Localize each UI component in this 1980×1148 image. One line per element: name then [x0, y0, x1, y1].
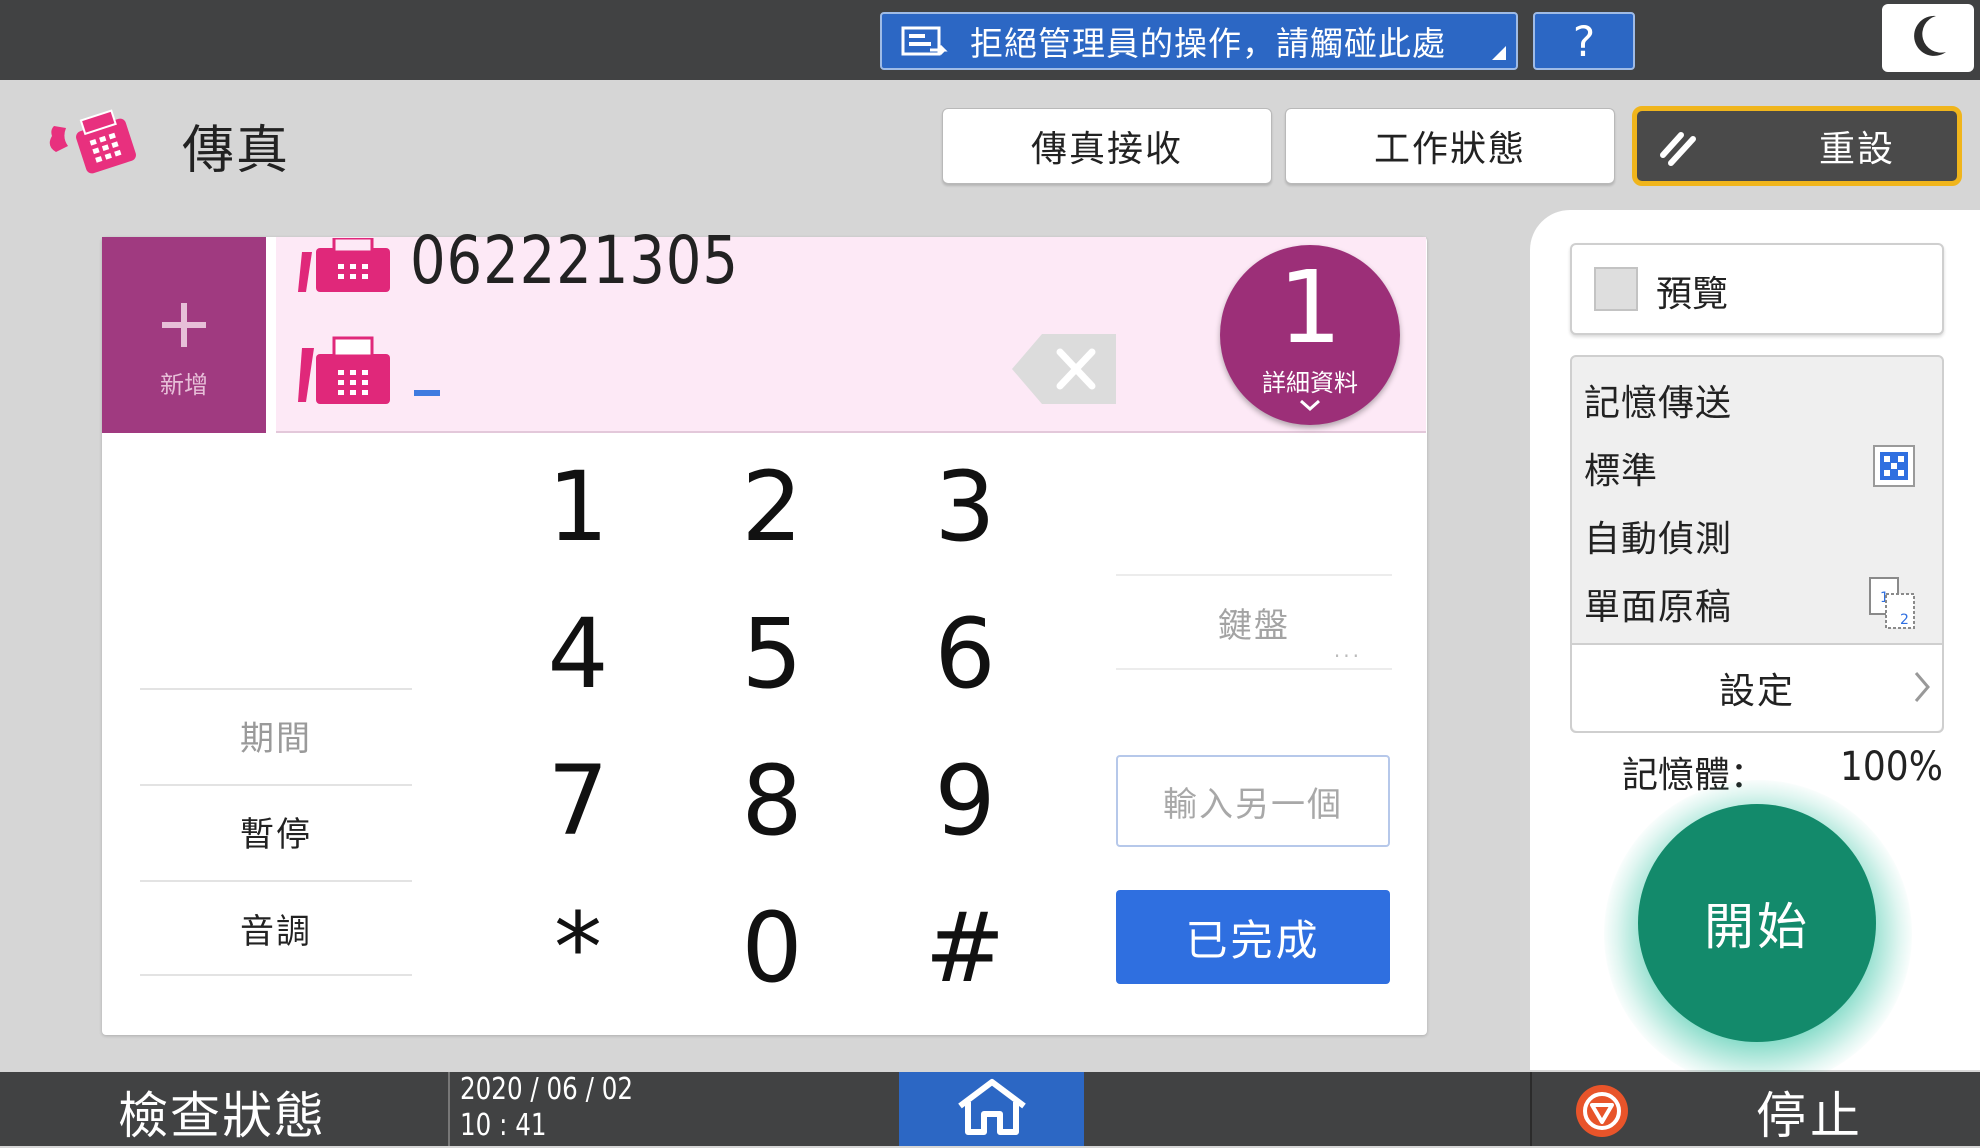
job-status-button[interactable]: 工作狀態 [1285, 108, 1615, 184]
memory-value: 100% [1840, 744, 1943, 790]
bottom-divider [448, 1072, 450, 1146]
moon-icon [1906, 12, 1950, 64]
check-status-button[interactable]: 檢查狀態 [118, 1076, 326, 1148]
keyboard-more-dots: ... [1333, 638, 1362, 662]
add-label: 新增 [160, 371, 208, 399]
stop-icon[interactable] [1572, 1084, 1632, 1142]
key-6[interactable]: 6 [895, 594, 1035, 714]
key-4[interactable]: 4 [508, 594, 648, 714]
home-icon [954, 1078, 1030, 1140]
single-sided-icon: 1 2 [1866, 576, 1922, 634]
chevron-right-icon [1912, 669, 1932, 714]
time-display: 10 : 41 [460, 1108, 547, 1143]
fax-number-entry: 062221305 [410, 222, 739, 299]
datetime-display: 2020 / 06 / 02 10 : 41 [460, 1072, 633, 1144]
backspace-icon[interactable] [1012, 334, 1116, 404]
key-5[interactable]: 5 [702, 594, 842, 714]
text-cursor [414, 390, 440, 396]
svg-text:2: 2 [1900, 612, 1909, 628]
settings-label: 設定 [1718, 671, 1795, 712]
preview-toggle[interactable]: 預覽 [1570, 243, 1944, 335]
key-hash[interactable]: # [895, 888, 1035, 1008]
add-destination-button[interactable]: 新增 [102, 237, 266, 433]
key-7[interactable]: 7 [508, 741, 648, 861]
done-button[interactable]: 已完成 [1116, 890, 1390, 984]
plus-icon [156, 297, 212, 353]
key-star[interactable]: * [508, 888, 648, 1008]
settings-button[interactable]: 設定 [1572, 645, 1942, 731]
date-display: 2020 / 06 / 02 [460, 1072, 634, 1107]
home-button[interactable] [899, 1072, 1084, 1146]
stop-button[interactable]: 停止 [1756, 1076, 1864, 1148]
admin-override-button[interactable]: 拒絕管理員的操作，請觸碰此處 [880, 12, 1518, 70]
stop-divider [1530, 1072, 1532, 1146]
corner-triangle-icon [1492, 46, 1506, 60]
preview-label: 預覽 [1656, 274, 1729, 315]
setting-auto-detect: 自動偵測 [1584, 519, 1733, 560]
fax-destination-icon [298, 236, 394, 298]
resolution-icon [1872, 444, 1916, 492]
key-1[interactable]: 1 [508, 447, 648, 567]
reset-slash-icon [1659, 127, 1707, 176]
setting-resolution: 標準 [1584, 451, 1659, 492]
setting-single-sided: 單面原稿 [1584, 587, 1733, 628]
admin-screen-icon [900, 24, 956, 72]
reset-label: 重設 [1818, 129, 1895, 170]
key-8[interactable]: 8 [702, 741, 842, 861]
preview-checkbox[interactable] [1594, 267, 1638, 311]
page-title: 傳真 [182, 121, 291, 181]
keyboard-label: 鍵盤 [1218, 605, 1290, 646]
key-3[interactable]: 3 [895, 447, 1035, 567]
keyboard-button[interactable]: 鍵盤 ... [1116, 574, 1392, 670]
key-9[interactable]: 9 [895, 741, 1035, 861]
reset-button[interactable]: 重設 [1632, 106, 1962, 186]
tone-button[interactable]: 音調 [140, 880, 412, 976]
destination-count: 1 [1278, 249, 1342, 366]
key-2[interactable]: 2 [702, 447, 842, 567]
period-button[interactable]: 期間 [140, 688, 412, 780]
start-button[interactable]: 開始 [1638, 804, 1876, 1042]
energy-saver-button[interactable] [1882, 4, 1974, 72]
chevron-down-icon [1298, 397, 1322, 416]
pause-button[interactable]: 暫停 [140, 784, 412, 876]
fax-input-icon [298, 336, 394, 410]
admin-message: 拒絕管理員的操作，請觸碰此處 [970, 24, 1446, 63]
fax-receive-button[interactable]: 傳真接收 [942, 108, 1272, 184]
key-0[interactable]: 0 [702, 888, 842, 1008]
details-label: 詳細資料 [1262, 369, 1358, 397]
setting-memory-transmission: 記憶傳送 [1584, 383, 1733, 424]
help-button[interactable]: ? [1533, 12, 1635, 70]
input-another-button[interactable]: 輸入另一個 [1116, 755, 1390, 847]
fax-app-icon [46, 106, 146, 186]
destination-count-badge[interactable]: 1 詳細資料 [1220, 245, 1400, 425]
